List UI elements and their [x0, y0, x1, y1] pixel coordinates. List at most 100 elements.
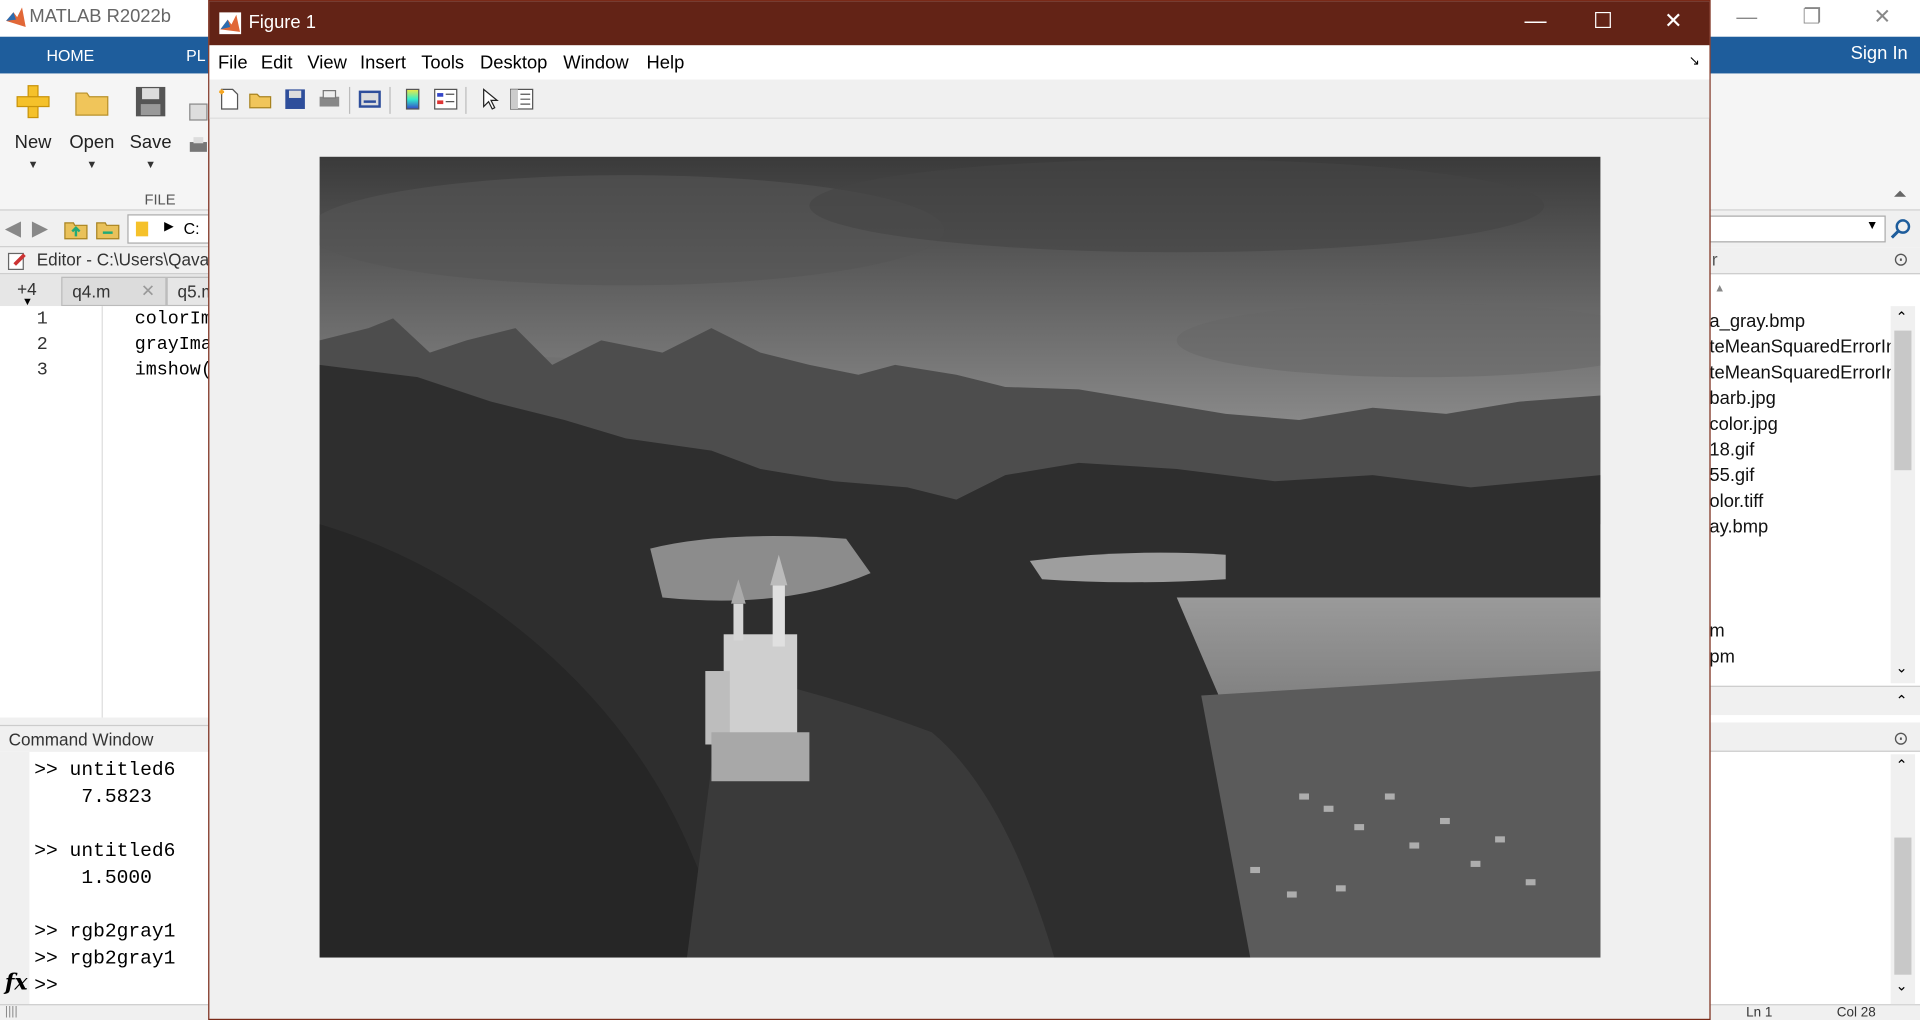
matlab-restore-icon[interactable]: ❐: [1802, 5, 1821, 29]
file-list-scrollbar[interactable]: ⌃ ⌄: [1890, 306, 1916, 684]
tab-home[interactable]: HOME: [47, 47, 95, 65]
menu-tools[interactable]: Tools: [421, 53, 464, 74]
open-label: Open: [69, 132, 115, 154]
editor-header: Editor - C:\Users\Qava: [0, 247, 211, 275]
figure-minimize-icon[interactable]: —: [1525, 9, 1547, 35]
code-line[interactable]: grayIma: [135, 334, 212, 355]
toolbar-separator: [465, 86, 467, 114]
floppy-disk-icon: [135, 86, 166, 117]
command-window-margin: [0, 751, 30, 1005]
print-icon[interactable]: [187, 135, 209, 157]
file-item[interactable]: barb.jpg: [1709, 388, 1775, 409]
figure-maximize-icon[interactable]: ☐: [1593, 9, 1613, 35]
command-line: 1.5000: [34, 866, 152, 889]
status-column: Col 28: [1836, 1005, 1876, 1020]
matlab-close-icon[interactable]: ✕: [1873, 5, 1890, 29]
figure-titlebar[interactable]: Figure 1 — ☐ ✕: [209, 1, 1710, 46]
menu-window[interactable]: Window: [563, 53, 628, 74]
open-dropdown-icon[interactable]: ▼: [65, 158, 119, 170]
command-prompt[interactable]: >>: [34, 975, 58, 997]
forward-icon[interactable]: ▶: [32, 217, 48, 241]
compare-icon[interactable]: [187, 100, 209, 122]
drive-folder-icon: [135, 221, 149, 237]
new-label: New: [14, 132, 52, 154]
close-tab-icon[interactable]: ✕: [141, 280, 155, 301]
menu-edit[interactable]: Edit: [261, 53, 293, 74]
command-window[interactable]: >> untitled6 7.5823 >> untitled6 1.5000 …: [0, 751, 211, 1005]
panel-actions-icon[interactable]: ⊙: [1893, 249, 1908, 271]
path-chevron-icon[interactable]: ▶: [164, 220, 173, 233]
fx-function-browser-icon[interactable]: fx: [5, 970, 28, 996]
pointer-icon[interactable]: [478, 87, 502, 111]
browse-folder-icon[interactable]: [96, 218, 120, 240]
current-folder-header: r ⊙: [1709, 247, 1920, 275]
file-item[interactable]: ay.bmp: [1709, 517, 1768, 538]
command-window-header: Command Window: [0, 724, 211, 752]
code-line[interactable]: colorIm: [135, 309, 212, 330]
print-icon[interactable]: [317, 87, 341, 111]
command-line: >> rgb2gray1: [34, 920, 176, 943]
current-folder-title: r: [1711, 249, 1718, 270]
back-icon[interactable]: ◀: [5, 217, 21, 241]
workspace-actions-icon[interactable]: ⊙: [1893, 727, 1908, 750]
folder-search-icon[interactable]: [1890, 218, 1913, 240]
code-line[interactable]: imshow(: [135, 360, 212, 381]
save-icon[interactable]: [283, 87, 307, 111]
folder-search-input[interactable]: [1709, 215, 1886, 243]
address-bar: ◀ ▶ ▶ C:: [0, 210, 211, 248]
code-editor[interactable]: 1 colorIm 2 grayIma 3 imshow(: [0, 306, 212, 718]
open-button[interactable]: Open ▼: [65, 83, 119, 170]
expand-details-icon[interactable]: ⌃: [1896, 692, 1908, 709]
file-item[interactable]: teMeanSquaredErrorIn.: [1709, 362, 1901, 383]
file-item[interactable]: 55.gif: [1709, 465, 1754, 486]
file-item[interactable]: 18.gif: [1709, 440, 1754, 461]
figure-close-icon[interactable]: ✕: [1664, 9, 1682, 35]
file-item[interactable]: teMeanSquaredErrorIn.: [1709, 337, 1901, 358]
open-file-icon[interactable]: [249, 87, 273, 111]
link-plot-icon[interactable]: [358, 87, 382, 111]
menu-insert[interactable]: Insert: [360, 53, 406, 74]
file-item[interactable]: olor.tiff: [1709, 491, 1763, 512]
ws-scroll-down-icon[interactable]: ⌄: [1896, 977, 1908, 994]
menu-desktop[interactable]: Desktop: [480, 53, 547, 74]
menu-file[interactable]: File: [218, 53, 248, 74]
scroll-thumb[interactable]: [1894, 330, 1912, 471]
grayscale-landscape-image: [319, 156, 1601, 958]
collapse-ribbon-icon[interactable]: ⏶: [1893, 184, 1907, 205]
property-inspector-icon[interactable]: [509, 87, 534, 111]
scroll-up-icon[interactable]: ⌃: [1896, 309, 1908, 326]
menu-help[interactable]: Help: [647, 53, 685, 74]
figure-window: Figure 1 — ☐ ✕ File Edit View Insert Too…: [208, 0, 1711, 1020]
scroll-down-icon[interactable]: ⌄: [1896, 659, 1908, 676]
file-item[interactable]: a_gray.bmp: [1709, 311, 1805, 332]
command-window-title: Command Window: [8, 729, 154, 750]
ws-scroll-up-icon[interactable]: ⌃: [1896, 757, 1908, 774]
up-folder-icon[interactable]: [64, 218, 88, 240]
legend-icon[interactable]: [433, 87, 458, 111]
menu-view[interactable]: View: [307, 53, 346, 74]
file-item[interactable]: m: [1709, 621, 1724, 642]
file-item[interactable]: pm: [1709, 647, 1735, 668]
new-figure-icon[interactable]: [217, 87, 241, 111]
tab-q4[interactable]: q4.m ✕: [61, 276, 167, 307]
workspace-scrollbar[interactable]: ⌃ ⌄: [1890, 754, 1916, 1005]
matlab-title: MATLAB R2022b: [29, 6, 171, 27]
status-line: Ln 1: [1746, 1005, 1773, 1020]
sign-in-link[interactable]: Sign In: [1851, 43, 1908, 64]
dock-figure-icon[interactable]: ↘: [1689, 53, 1700, 69]
new-button[interactable]: New ▼: [6, 83, 60, 170]
ws-scroll-thumb[interactable]: [1894, 837, 1912, 975]
save-button[interactable]: Save ▼: [124, 83, 178, 170]
file-item[interactable]: color.jpg: [1709, 414, 1777, 435]
new-dropdown-icon[interactable]: ▼: [6, 158, 60, 170]
matlab-minimize-icon[interactable]: —: [1736, 5, 1757, 29]
new-plus-icon: [16, 85, 50, 119]
tab-plots[interactable]: PL: [186, 47, 205, 65]
sort-arrow-icon[interactable]: ▲: [1714, 282, 1725, 294]
file-group-label: FILE: [144, 191, 176, 209]
figure-toolbar: [209, 79, 1710, 119]
colorbar-icon[interactable]: [400, 87, 424, 111]
current-path[interactable]: C:: [184, 219, 200, 237]
folder-search-dropdown-icon[interactable]: ▼: [1866, 219, 1878, 232]
save-dropdown-icon[interactable]: ▼: [124, 158, 178, 170]
